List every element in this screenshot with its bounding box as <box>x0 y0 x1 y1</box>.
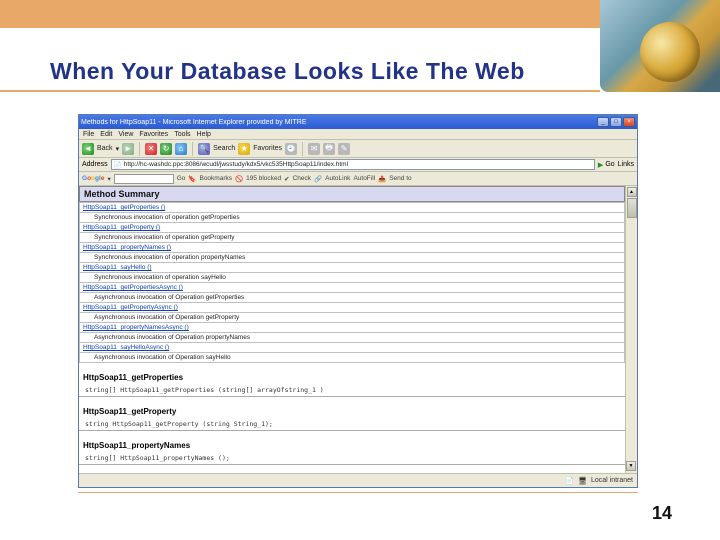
print-icon[interactable]: 🖶 <box>323 143 335 155</box>
toolbar-divider <box>139 142 140 156</box>
google-dropdown-icon[interactable]: ▾ <box>107 175 110 183</box>
home-icon[interactable]: ⌂ <box>175 143 187 155</box>
minimize-button[interactable]: _ <box>597 117 609 127</box>
edit-icon[interactable]: ✎ <box>338 143 350 155</box>
refresh-icon[interactable]: ↻ <box>160 143 172 155</box>
method-link[interactable]: HttpSoap11_getPropertyAsync () <box>80 303 625 313</box>
method-desc: Asynchronous invocation of Operation say… <box>80 353 625 363</box>
statusbar: 📄 🖥 Local intranet <box>79 473 637 487</box>
section-heading: HttpSoap11_getProperties <box>79 371 625 384</box>
menu-tools[interactable]: Tools <box>174 131 190 138</box>
ie-window: Methods for HttpSoap11 - Microsoft Inter… <box>78 114 638 488</box>
stop-icon[interactable]: ✕ <box>145 143 157 155</box>
method-link[interactable]: HttpSoap11_sayHello () <box>80 263 625 273</box>
favorites-label[interactable]: Favorites <box>253 145 282 152</box>
forward-icon[interactable]: ► <box>122 143 134 155</box>
method-link[interactable]: HttpSoap11_getProperties () <box>80 203 625 213</box>
menu-file[interactable]: File <box>83 131 94 138</box>
method-desc: Asynchronous invocation of Operation get… <box>80 293 625 303</box>
google-search-input[interactable] <box>114 174 174 184</box>
vertical-scrollbar[interactable]: ▲ ▼ <box>625 186 637 473</box>
section-heading: HttpSoap11_propertyNames <box>79 439 625 452</box>
window-title: Methods for HttpSoap11 - Microsoft Inter… <box>81 119 597 126</box>
check-label[interactable]: Check <box>293 175 311 182</box>
section-divider <box>79 430 625 431</box>
method-desc: Asynchronous invocation of Operation pro… <box>80 333 625 343</box>
go-icon: ▶ <box>598 161 603 169</box>
back-icon[interactable]: ◄ <box>82 143 94 155</box>
toolbar-divider <box>192 142 193 156</box>
method-link[interactable]: HttpSoap11_getPropertiesAsync () <box>80 283 625 293</box>
favorites-icon[interactable]: ★ <box>238 143 250 155</box>
links-label[interactable]: Links <box>618 161 634 168</box>
sendto-label[interactable]: Send to <box>389 175 411 182</box>
scroll-down-icon[interactable]: ▼ <box>626 461 636 471</box>
zone-icon: 🖥 <box>578 477 587 485</box>
slide-title: When Your Database Looks Like The Web <box>50 58 525 85</box>
nav-toolbar: ◄ Back ▾ ► ✕ ↻ ⌂ 🔍 Search ★ Favorites 🕘 … <box>79 140 637 158</box>
title-underline <box>0 90 600 92</box>
zone-label: Local intranet <box>591 477 633 484</box>
address-label: Address <box>82 161 108 168</box>
search-icon[interactable]: 🔍 <box>198 143 210 155</box>
top-accent-band <box>0 0 600 28</box>
section-heading: HttpSoap11_getProperty <box>79 405 625 418</box>
menu-help[interactable]: Help <box>197 131 211 138</box>
maximize-button[interactable]: □ <box>610 117 622 127</box>
autofill-label[interactable]: AutoFill <box>353 175 375 182</box>
toolbar-divider <box>302 142 303 156</box>
blocked-label[interactable]: 195 blocked <box>246 175 281 182</box>
method-desc: Synchronous invocation of operation getP… <box>80 213 625 223</box>
corner-decor-image <box>600 0 720 92</box>
method-desc: Synchronous invocation of operation getP… <box>80 233 625 243</box>
done-icon: 📄 <box>565 477 574 485</box>
mail-icon[interactable]: ✉ <box>308 143 320 155</box>
address-input[interactable]: 📄 http://hc-washdc.ppc:8086/wcudl/jwsstu… <box>111 159 595 170</box>
bookmarks-label[interactable]: Bookmarks <box>199 175 232 182</box>
back-label[interactable]: Back <box>97 145 113 152</box>
google-toolbar: Google ▾ Go 🔖Bookmarks 🚫195 blocked ✔Che… <box>79 172 637 186</box>
google-go[interactable]: Go <box>177 175 186 182</box>
scroll-up-icon[interactable]: ▲ <box>627 187 637 197</box>
method-desc: Asynchronous invocation of Operation get… <box>80 313 625 323</box>
menubar: File Edit View Favorites Tools Help <box>79 129 637 140</box>
page-number: 14 <box>652 503 672 524</box>
menu-edit[interactable]: Edit <box>100 131 112 138</box>
scroll-thumb[interactable] <box>627 198 637 218</box>
window-buttons: _ □ × <box>597 117 635 127</box>
section-divider <box>79 396 625 397</box>
back-dropdown-icon[interactable]: ▾ <box>116 145 120 153</box>
google-logo[interactable]: Google <box>82 175 104 182</box>
method-link[interactable]: HttpSoap11_propertyNamesAsync () <box>80 323 625 333</box>
address-url: http://hc-washdc.ppc:8086/wcudl/jwsstudy… <box>124 161 348 168</box>
method-desc: Synchronous invocation of operation sayH… <box>80 273 625 283</box>
history-icon[interactable]: 🕘 <box>285 143 297 155</box>
search-label[interactable]: Search <box>213 145 235 152</box>
autolink-label[interactable]: AutoLink <box>325 175 350 182</box>
menu-view[interactable]: View <box>118 131 133 138</box>
go-button[interactable]: ▶ Go <box>598 161 615 169</box>
method-link[interactable]: HttpSoap11_getProperty () <box>80 223 625 233</box>
method-summary-table: HttpSoap11_getProperties ()Synchronous i… <box>79 202 625 363</box>
close-button[interactable]: × <box>623 117 635 127</box>
method-summary-heading: Method Summary <box>79 186 625 202</box>
method-signature: string HttpSoap11_getProperty (string St… <box>79 418 625 430</box>
method-link[interactable]: HttpSoap11_propertyNames () <box>80 243 625 253</box>
menu-favorites[interactable]: Favorites <box>139 131 168 138</box>
page-icon: 📄 <box>114 161 122 169</box>
method-signature: string[] HttpSoap11_getProperties (strin… <box>79 384 625 396</box>
section-divider <box>79 464 625 465</box>
method-desc: Synchronous invocation of operation prop… <box>80 253 625 263</box>
method-link[interactable]: HttpSoap11_sayHelloAsync () <box>80 343 625 353</box>
titlebar[interactable]: Methods for HttpSoap11 - Microsoft Inter… <box>79 115 637 129</box>
method-signature: string[] HttpSoap11_propertyNames (); <box>79 452 625 464</box>
footer-rule <box>78 492 638 493</box>
address-bar: Address 📄 http://hc-washdc.ppc:8086/wcud… <box>79 158 637 172</box>
page-content: Method Summary HttpSoap11_getProperties … <box>79 186 625 473</box>
